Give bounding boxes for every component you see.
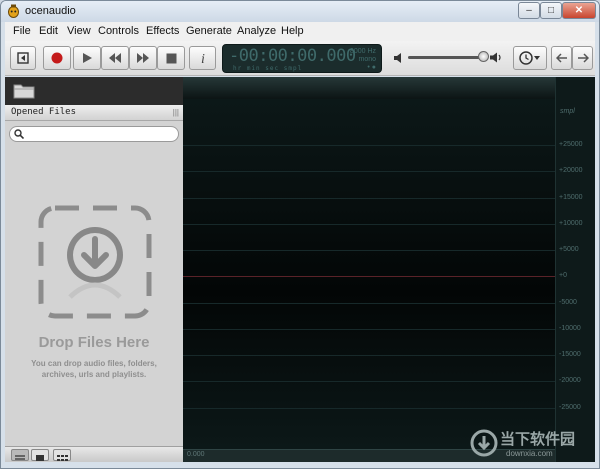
ruler-tick-label: -15000 [559,351,581,358]
waveform-gridline [183,145,555,146]
format-readout: 8000 Hz mono • ● [350,48,376,72]
back-button[interactable] [551,46,572,70]
volume-high-icon [490,52,501,63]
go-to-start-button[interactable] [10,46,36,70]
zero-line [183,276,555,277]
sidebar-toolbar [5,77,183,105]
opened-files-header: Opened Files ||| [5,105,183,121]
opened-files-label: Opened Files [11,107,77,117]
menu-view[interactable]: View [67,25,91,37]
watermark-download-icon [470,429,498,457]
grid-view-button[interactable] [53,449,71,461]
stop-button[interactable] [157,46,185,70]
arrow-left-icon [555,53,567,63]
sample-rate: 8000 Hz [349,48,376,55]
rewind-button[interactable] [101,46,129,70]
display-mode: • ● [367,64,376,71]
search-icon [14,129,24,139]
waveform-gridline [183,303,555,304]
time-ruler-label: 0.000 [187,451,205,458]
stop-icon [166,53,176,63]
drop-files-hint: You can drop audio files, folders, archi… [31,359,157,379]
ruler-tick-label: +0 [559,272,567,279]
clock-icon [519,51,540,65]
info-icon: i [201,52,205,65]
window-title: ocenaudio [25,5,76,17]
menu-bar: File Edit View Controls Effects Generate… [5,22,595,41]
file-search-field[interactable] [9,126,179,142]
maximize-button[interactable]: □ [540,2,562,19]
ruler-tick-label: +15000 [559,194,583,201]
menu-analyze[interactable]: Analyze [237,25,276,37]
view-mode-bar [5,446,183,462]
forward-button[interactable] [572,46,593,70]
record-button[interactable] [43,46,71,70]
minimize-button[interactable]: – [518,2,540,19]
waveform-gridline [183,198,555,199]
drop-files-heading: Drop Files Here [38,334,150,351]
app-window: ocenaudio – □ ✕ File Edit View Controls … [0,0,600,469]
channel-mode: mono [358,56,376,63]
time-display: -00:00:00.000 hr min sec smpl 8000 Hz mo… [222,44,382,73]
info-button[interactable]: i [189,46,216,70]
menu-edit[interactable]: Edit [39,25,58,37]
skip-back-icon [17,52,29,64]
waveform-area[interactable] [183,99,555,449]
watermark-text: 当下软件园 [500,431,576,448]
time-readout: -00:00:00.000 [229,46,356,66]
play-icon [83,53,92,63]
waveform-gridline [183,250,555,251]
drop-zone-download-icon [38,205,152,319]
waveform-gridline [183,171,555,172]
list-view-button[interactable] [11,449,29,461]
menu-file[interactable]: File [13,25,31,37]
compact-view-icon [36,455,44,461]
waveform-gridline [183,329,555,330]
search-input[interactable] [26,128,174,140]
ruler-tick-label: +25000 [559,141,583,148]
history-dropdown-button[interactable] [513,46,547,70]
volume-slider-knob[interactable] [478,51,489,62]
close-button[interactable]: ✕ [562,2,596,19]
arrow-right-icon [577,53,589,63]
play-button[interactable] [73,46,101,70]
file-browser-sidebar: Opened Files ||| Drop Files Here You can… [5,77,183,462]
menu-controls[interactable]: Controls [98,25,139,37]
svg-text:i: i [201,52,205,65]
menu-generate[interactable]: Generate [186,25,232,37]
waveform-canvas[interactable]: 0.000 [183,77,555,462]
menu-help[interactable]: Help [281,25,304,37]
watermark: 当下软件园 downxia.com [466,427,596,463]
transport-toolbar: i -00:00:00.000 hr min sec smpl 8000 Hz … [5,41,595,76]
waveform-gridline [183,224,555,225]
volume-low-icon [394,53,401,63]
grid-view-icon [57,455,68,461]
waveform-gridline [183,381,555,382]
menu-effects[interactable]: Effects [146,25,179,37]
record-icon [51,52,63,64]
amplitude-ruler: smpl +25000 +20000 +15000 +10000 +5000 +… [555,77,595,462]
fast-forward-button[interactable] [129,46,157,70]
ruler-tick-label: -20000 [559,377,581,384]
ruler-tick-label: +20000 [559,167,583,174]
time-units: hr min sec smpl [233,65,303,72]
fast-forward-icon [137,53,149,63]
folder-icon[interactable] [13,82,35,99]
waveform-gridline [183,355,555,356]
ruler-tick-label: -10000 [559,325,581,332]
waveform-gridline [183,408,555,409]
ruler-tick-label: -5000 [559,299,577,306]
ruler-tick-label: +5000 [559,246,579,253]
ruler-unit-label: smpl [560,108,575,115]
ruler-tick-label: +10000 [559,220,583,227]
app-logo-icon [8,4,19,18]
resize-grip-icon[interactable]: ||| [173,108,179,117]
ruler-tick-label: -25000 [559,404,581,411]
rewind-icon [109,53,121,63]
list-view-icon [15,455,25,460]
watermark-url: downxia.com [506,449,553,458]
volume-slider[interactable] [408,56,486,59]
title-bar: ocenaudio – □ ✕ [1,1,599,22]
compact-view-button[interactable] [31,449,49,461]
